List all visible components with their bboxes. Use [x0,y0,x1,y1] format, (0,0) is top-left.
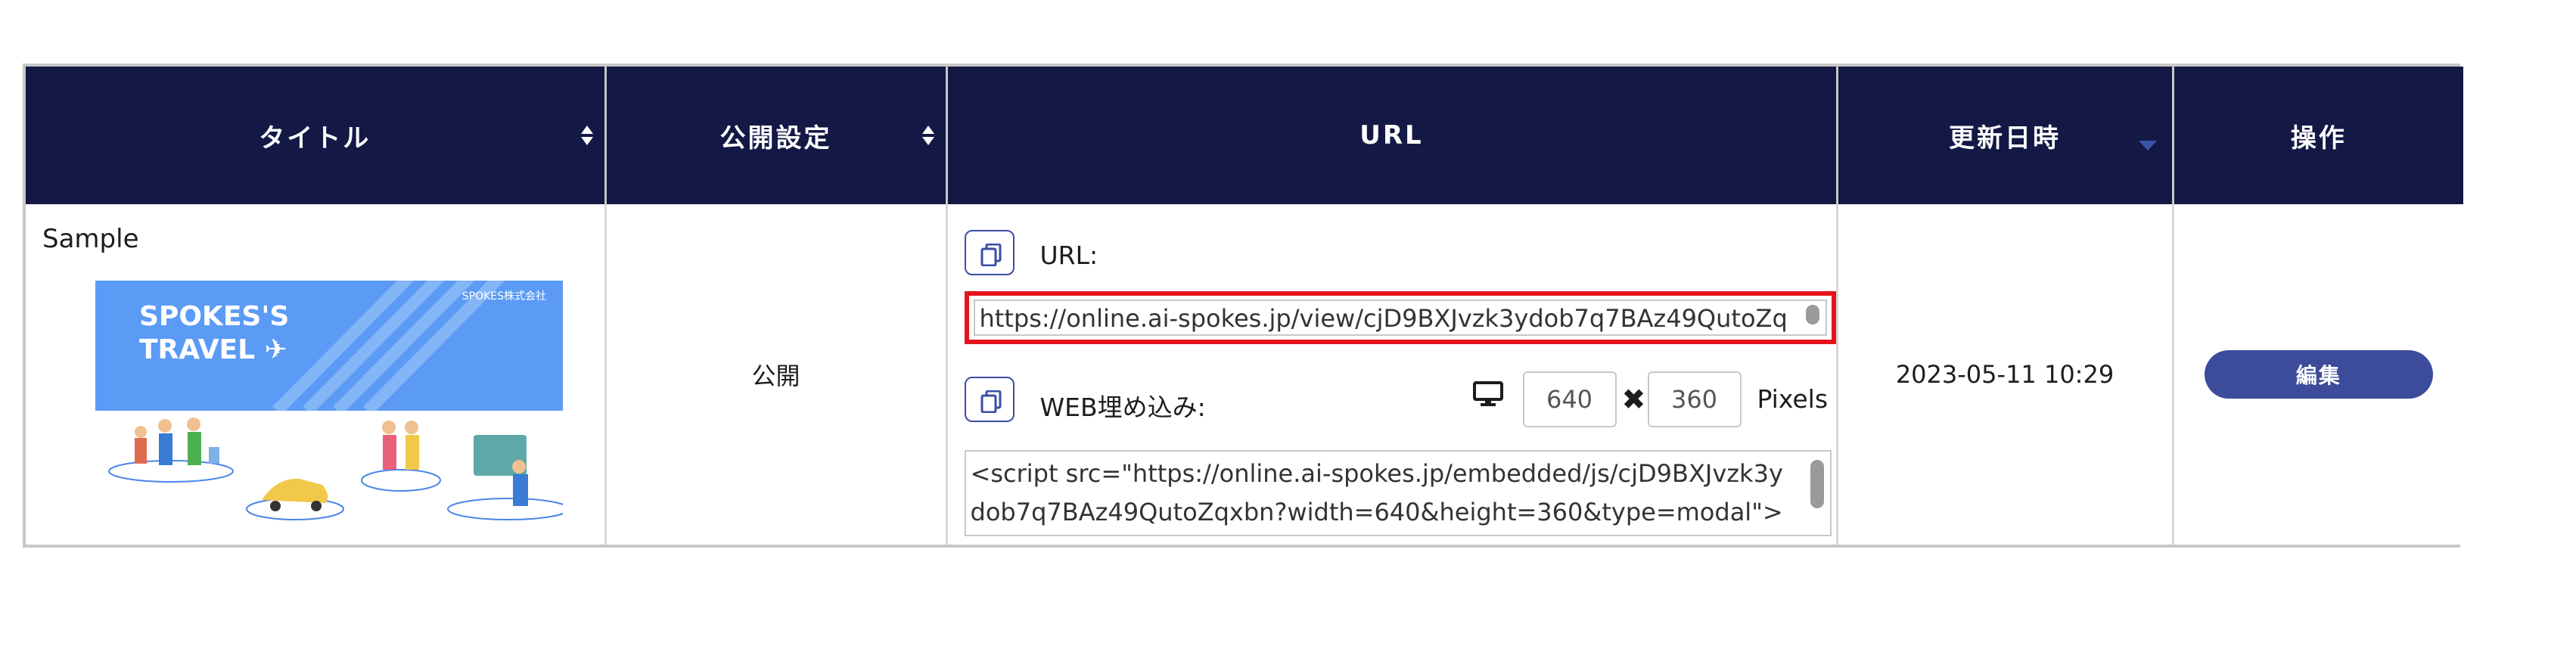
column-header-public[interactable]: 公開設定 [605,67,948,204]
url-field[interactable]: https://online.ai-spokes.jp/view/cjD9BXJ… [973,300,1827,336]
column-header-updated-label: 更新日時 [1949,123,2061,154]
thumbnail-banner: SPOKES株式会社 SPOKES'S TRAVEL ✈ [95,281,563,411]
banner-company: SPOKES株式会社 [461,290,546,303]
url-label: URL: [1039,241,1098,270]
updated-datetime: 2023-05-11 10:29 [1895,360,2115,389]
banner-title: SPOKES'S TRAVEL ✈ [139,300,289,367]
embed-height-input[interactable]: 360 [1647,371,1742,427]
updated-cell: 2023-05-11 10:29 [1837,204,2174,545]
content-table-container: タイトル 公開設定 URL 更新日時 操作 Sample SPOKES株式会社 … [23,64,2463,548]
table-row: Sample SPOKES株式会社 SPOKES'S TRAVEL ✈ 公開 U… [26,204,2463,545]
embed-textarea-scrollbar[interactable] [1810,460,1824,508]
embed-width-input[interactable]: 640 [1522,371,1617,427]
public-cell: 公開 [605,204,948,545]
column-header-public-label: 公開設定 [719,123,832,154]
column-header-url-label: URL [1359,120,1424,151]
column-header-url: URL [946,67,1838,204]
url-highlight-box: https://online.ai-spokes.jp/view/cjD9BXJ… [964,291,1836,344]
thumbnail-image: SPOKES株式会社 SPOKES'S TRAVEL ✈ [95,281,563,530]
edit-button[interactable]: 編集 [2204,350,2433,399]
copy-embed-button[interactable] [964,377,1015,422]
title-cell: Sample SPOKES株式会社 SPOKES'S TRAVEL ✈ [26,204,607,545]
embed-code-textarea[interactable]: <script src="https://online.ai-spokes.jp… [964,450,1832,536]
table-header-row: タイトル 公開設定 URL 更新日時 操作 [26,67,2463,204]
sort-icon[interactable] [580,126,594,148]
copy-icon [980,244,1001,266]
travel-illustration [108,418,563,520]
column-header-action-label: 操作 [2290,123,2347,154]
banner-title-line2-text: TRAVEL [139,334,256,365]
column-header-title[interactable]: タイトル [26,67,607,204]
column-header-action: 操作 [2173,67,2463,204]
monitor-icon [1472,381,1503,406]
sort-desc-icon[interactable] [2138,141,2157,151]
pixels-label: Pixels [1757,384,1829,414]
airplane-icon: ✈ [264,334,287,365]
content-table: タイトル 公開設定 URL 更新日時 操作 Sample SPOKES株式会社 … [26,67,2463,545]
action-cell: 編集 [2173,204,2463,545]
url-cell: URL: https://online.ai-spokes.jp/view/cj… [946,204,1838,545]
copy-icon [980,390,1001,413]
times-icon: ✖ [1621,384,1646,416]
embed-label: WEB埋め込み: [1039,393,1206,422]
banner-title-line2: TRAVEL ✈ [139,334,289,367]
url-field-scrollbar[interactable] [1805,305,1819,324]
banner-title-line1: SPOKES'S [139,301,290,332]
sort-icon[interactable] [921,126,935,148]
copy-url-button[interactable] [964,230,1015,275]
public-status: 公開 [751,362,800,390]
column-header-updated[interactable]: 更新日時 [1837,67,2174,204]
column-header-title-label: タイトル [259,123,371,154]
item-title: Sample [42,224,139,254]
